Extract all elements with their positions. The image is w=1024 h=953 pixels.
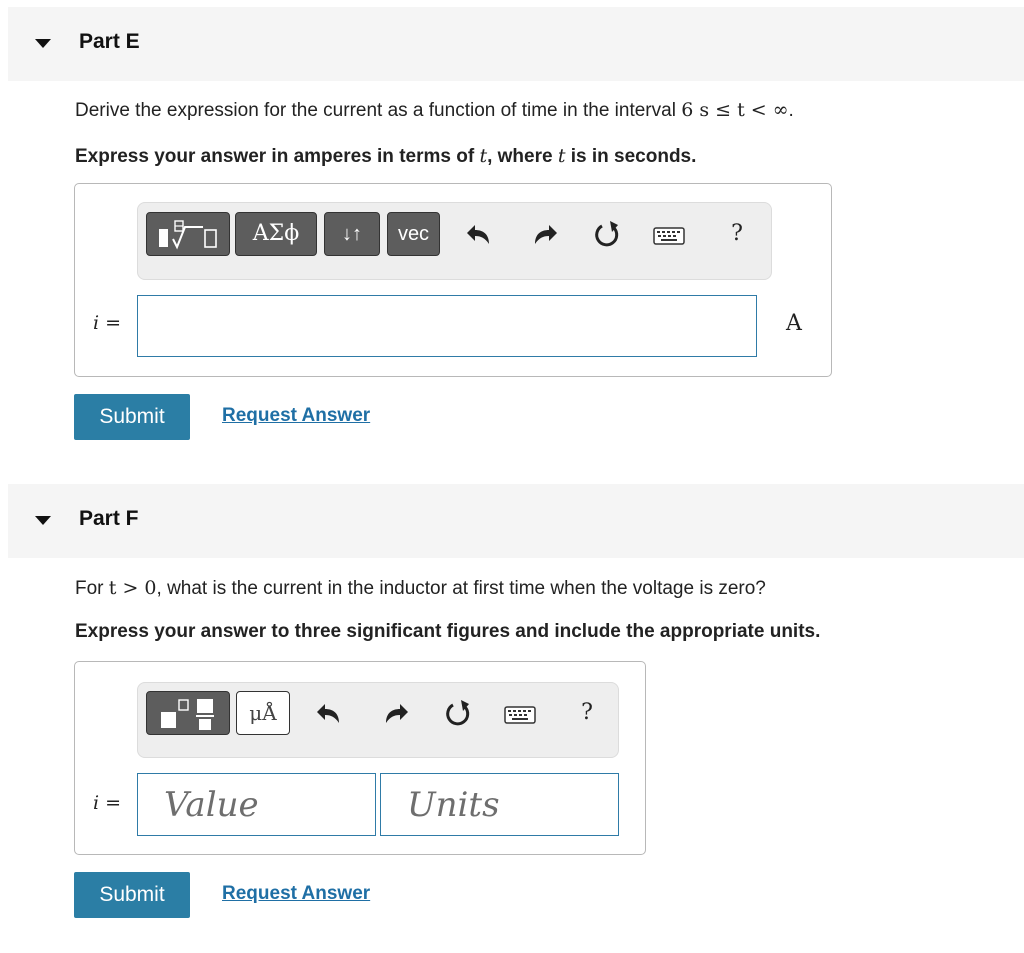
instruction-text: Express your answer in amperes in terms …	[75, 146, 480, 167]
question-math: 6 s ≤ t < ∞	[681, 99, 789, 121]
part-f-title: Part F	[79, 507, 139, 530]
templates-icon	[159, 220, 217, 250]
instruction-text: is in seconds.	[565, 146, 697, 167]
keyboard-icon[interactable]	[650, 212, 690, 256]
part-e-title: Part E	[79, 30, 140, 53]
variable-label: i =	[93, 792, 122, 814]
math-toolbar: ΑΣϕ ↓↑ vec ?	[137, 202, 772, 280]
submit-button[interactable]: Submit	[74, 872, 190, 918]
part-f-instruction: Express your answer to three significant…	[75, 621, 821, 642]
reset-icon[interactable]	[441, 691, 475, 735]
instruction-text: , where	[487, 146, 558, 167]
value-input[interactable]	[137, 773, 376, 836]
reset-icon[interactable]	[590, 212, 624, 256]
undo-icon[interactable]	[315, 691, 349, 735]
part-e-answer-box: ΑΣϕ ↓↑ vec ? i = A	[74, 183, 832, 377]
variable-label: i =	[93, 312, 122, 334]
request-answer-link[interactable]: Request Answer	[222, 405, 370, 427]
redo-icon[interactable]	[527, 212, 561, 256]
templates-button[interactable]	[146, 212, 230, 256]
redo-icon[interactable]	[378, 691, 412, 735]
greek-symbols-button[interactable]: ΑΣϕ	[235, 212, 317, 256]
units-button[interactable]: μÅ	[236, 691, 290, 735]
instruction-var: t	[479, 145, 488, 167]
templates-button[interactable]	[146, 691, 230, 735]
value-input-field[interactable]	[138, 774, 375, 835]
vec-label: vec	[397, 223, 430, 245]
arrows-button[interactable]: ↓↑	[324, 212, 380, 256]
submit-button[interactable]: Submit	[74, 394, 190, 440]
question-text: , what is the current in the inductor at…	[156, 578, 766, 599]
question-text: For	[75, 578, 109, 599]
help-label: ?	[581, 700, 593, 725]
greek-label: ΑΣϕ	[252, 221, 300, 246]
help-button[interactable]: ?	[720, 212, 754, 256]
keyboard-icon[interactable]	[501, 691, 541, 735]
request-answer-link[interactable]: Request Answer	[222, 883, 370, 905]
help-button[interactable]: ?	[570, 691, 604, 735]
part-f-header[interactable]: Part F	[8, 484, 1024, 558]
undo-icon[interactable]	[465, 212, 499, 256]
part-e-question: Derive the expression for the current as…	[75, 99, 794, 122]
part-e-instruction: Express your answer in amperes in terms …	[75, 145, 696, 168]
question-text: Derive the expression for the current as…	[75, 100, 682, 121]
unit-label: A	[786, 311, 802, 336]
vec-button[interactable]: vec	[387, 212, 440, 256]
part-e-header[interactable]: Part E	[8, 7, 1024, 81]
templates-icon	[161, 699, 214, 730]
units-input[interactable]	[380, 773, 619, 836]
answer-input[interactable]	[137, 295, 757, 357]
collapse-caret-icon[interactable]	[35, 39, 51, 48]
units-input-field[interactable]	[381, 774, 618, 835]
part-f-question: For t > 0, what is the current in the in…	[75, 577, 766, 600]
collapse-caret-icon[interactable]	[35, 516, 51, 525]
units-label: μÅ	[249, 701, 277, 725]
math-toolbar: μÅ ?	[137, 682, 619, 758]
question-math: t > 0	[108, 577, 157, 599]
arrows-label: ↓↑	[342, 223, 362, 245]
help-label: ?	[731, 221, 743, 246]
question-end: .	[788, 100, 794, 121]
part-f-answer-box: μÅ ? i =	[74, 661, 646, 855]
answer-input-field[interactable]	[138, 296, 756, 356]
